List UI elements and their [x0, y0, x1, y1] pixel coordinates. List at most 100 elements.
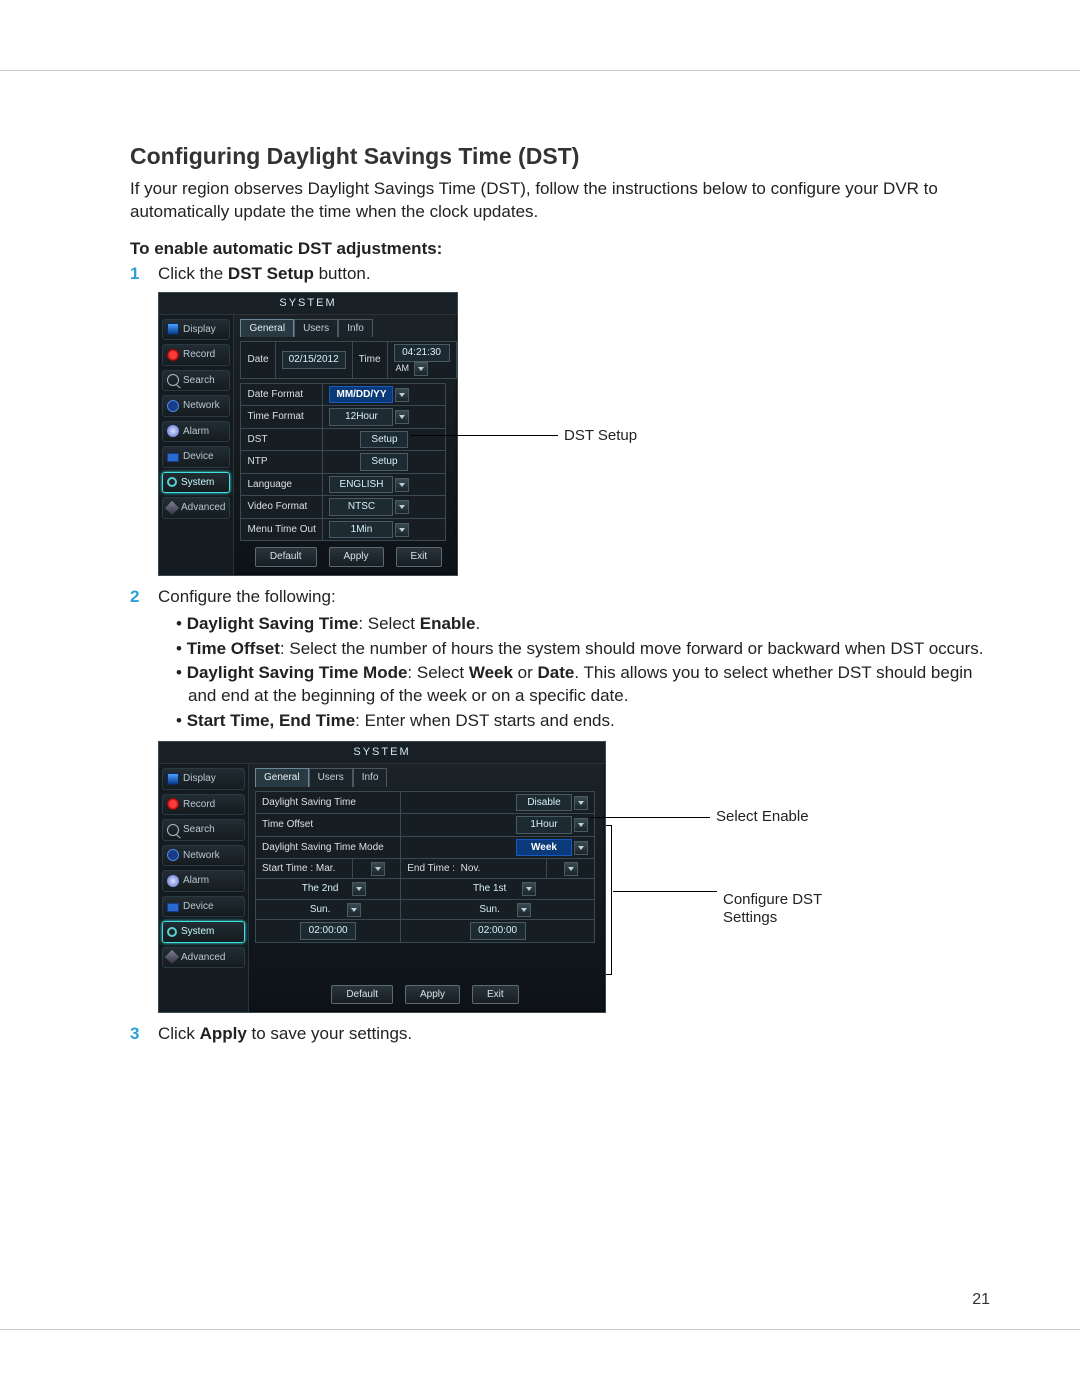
- dd-end-month[interactable]: [564, 862, 578, 876]
- ampm-dropdown[interactable]: [414, 362, 428, 376]
- tab-general[interactable]: General: [255, 768, 309, 787]
- t: to save your settings.: [247, 1024, 412, 1043]
- dd-start-ordinal[interactable]: [352, 882, 366, 896]
- callout-label: Select Enable: [716, 807, 809, 827]
- dd-video-format[interactable]: [395, 500, 409, 514]
- tab-users[interactable]: Users: [294, 319, 338, 338]
- dd-start-day[interactable]: [347, 903, 361, 917]
- sidenav-advanced[interactable]: Advanced: [162, 947, 245, 969]
- dd-menu-timeout[interactable]: [395, 523, 409, 537]
- sidenav-device[interactable]: Device: [162, 446, 230, 468]
- sidenav-system[interactable]: System: [162, 472, 230, 494]
- section-heading: Configuring Daylight Savings Time (DST): [130, 141, 990, 172]
- ampm-label: AM: [396, 363, 410, 373]
- callout-configure-dst: Configure DST Settings: [606, 891, 863, 927]
- val-language[interactable]: ENGLISH: [329, 476, 393, 494]
- sidenav-display[interactable]: Display: [162, 319, 230, 341]
- device-icon: [167, 453, 179, 462]
- manual-page: Configuring Daylight Savings Time (DST) …: [0, 70, 1080, 1330]
- dvr-figure-2: SYSTEM Display Record Search Network Ala…: [158, 741, 990, 1013]
- sidenav-system[interactable]: System: [162, 921, 245, 943]
- dd-mode[interactable]: [574, 841, 588, 855]
- sidenav-alarm[interactable]: Alarm: [162, 421, 230, 443]
- tab-info[interactable]: Info: [338, 319, 373, 338]
- dvr-sidenav: Display Record Search Network Alarm Devi…: [159, 764, 249, 1012]
- monitor-icon: [167, 323, 179, 335]
- sidenav-search[interactable]: Search: [162, 370, 230, 392]
- step-text: Click Apply to save your settings.: [158, 1023, 990, 1046]
- dst-setup-button[interactable]: Setup: [360, 431, 408, 449]
- dvr-button-row: Default Apply Exit: [240, 541, 456, 571]
- val-mode[interactable]: Week: [516, 839, 572, 857]
- tab-users[interactable]: Users: [309, 768, 353, 787]
- val-time-format[interactable]: 12Hour: [329, 408, 393, 426]
- time-label: Time: [352, 342, 387, 379]
- val-offset[interactable]: 1Hour: [516, 816, 572, 834]
- start-time-field[interactable]: 02:00:00: [300, 922, 356, 940]
- start-day[interactable]: Sun.: [295, 902, 345, 918]
- dd-time-format[interactable]: [395, 410, 409, 424]
- val-video-format[interactable]: NTSC: [329, 498, 393, 516]
- dd-start-month[interactable]: [371, 862, 385, 876]
- gear-icon: [167, 477, 177, 487]
- val-dst-enable[interactable]: Disable: [516, 794, 572, 812]
- val-menu-timeout[interactable]: 1Min: [329, 521, 393, 539]
- dd-offset[interactable]: [574, 818, 588, 832]
- dd-language[interactable]: [395, 478, 409, 492]
- monitor-icon: [167, 773, 179, 785]
- dd-date-format[interactable]: [395, 388, 409, 402]
- start-ordinal[interactable]: The 2nd: [290, 881, 350, 897]
- default-button[interactable]: Default: [255, 547, 317, 567]
- end-ordinal[interactable]: The 1st: [460, 881, 520, 897]
- sidenav-advanced[interactable]: Advanced: [162, 497, 230, 519]
- t: Click: [158, 1024, 200, 1043]
- date-field[interactable]: 02/15/2012: [282, 351, 346, 369]
- t-bold: DST Setup: [228, 264, 314, 283]
- exit-button[interactable]: Exit: [396, 547, 443, 567]
- step-number: 2: [130, 586, 158, 736]
- sidenav-display[interactable]: Display: [162, 768, 245, 790]
- end-time-field[interactable]: 02:00:00: [470, 922, 526, 940]
- dvr-tabs: General Users Info: [240, 319, 456, 338]
- lbl-mode: Daylight Saving Time Mode: [256, 836, 401, 859]
- tab-info[interactable]: Info: [353, 768, 388, 787]
- lbl-ntp: NTP: [241, 451, 323, 474]
- time-field[interactable]: 04:21:30: [394, 344, 450, 362]
- apply-button[interactable]: Apply: [329, 547, 384, 567]
- val-date-format[interactable]: MM/DD/YY: [329, 386, 393, 404]
- dvr-figure-1: SYSTEM Display Record Search Network Ala…: [158, 292, 990, 576]
- t-bold: Apply: [200, 1024, 247, 1043]
- sidenav-device[interactable]: Device: [162, 896, 245, 918]
- device-icon: [167, 903, 179, 912]
- dvr-button-row: Default Apply Exit: [255, 979, 595, 1009]
- dvr-title: SYSTEM: [159, 742, 605, 764]
- dst-settings-table: Daylight Saving Time Disable Time Offset…: [255, 791, 595, 943]
- dd-end-day[interactable]: [517, 903, 531, 917]
- dvr-sidenav: Display Record Search Network Alarm Devi…: [159, 315, 234, 575]
- lbl-menu-timeout: Menu Time Out: [241, 518, 323, 541]
- sidenav-record[interactable]: Record: [162, 344, 230, 366]
- date-label: Date: [241, 342, 275, 379]
- end-day[interactable]: Sun.: [465, 902, 515, 918]
- sidenav-record[interactable]: Record: [162, 794, 245, 816]
- sidenav-network[interactable]: Network: [162, 395, 230, 417]
- apply-button[interactable]: Apply: [405, 985, 460, 1005]
- step-1: 1 Click the DST Setup button.: [130, 263, 990, 286]
- subheading: To enable automatic DST adjustments:: [130, 238, 990, 261]
- callout-dst-setup: DST Setup: [410, 426, 637, 446]
- sidenav-alarm[interactable]: Alarm: [162, 870, 245, 892]
- network-icon: [167, 849, 179, 861]
- sidenav-network[interactable]: Network: [162, 845, 245, 867]
- alarm-icon: [167, 875, 179, 887]
- dd-dst-enable[interactable]: [574, 796, 588, 810]
- exit-button[interactable]: Exit: [472, 985, 519, 1005]
- default-button[interactable]: Default: [331, 985, 393, 1005]
- lbl-dst: DST: [241, 428, 323, 451]
- sidenav-search[interactable]: Search: [162, 819, 245, 841]
- dvr-window: SYSTEM Display Record Search Network Ala…: [158, 741, 606, 1013]
- ntp-setup-button[interactable]: Setup: [360, 453, 408, 471]
- network-icon: [167, 400, 179, 412]
- dd-end-ordinal[interactable]: [522, 882, 536, 896]
- tab-general[interactable]: General: [240, 319, 294, 338]
- datetime-row: Date 02/15/2012 Time 04:21:30 AM: [240, 341, 456, 379]
